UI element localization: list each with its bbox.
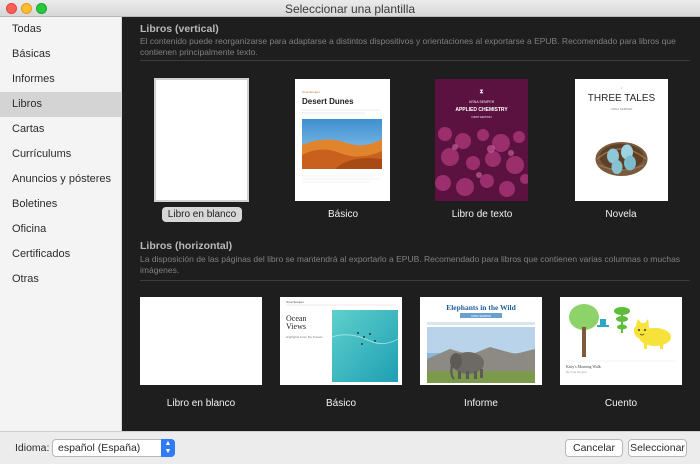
section-divider <box>140 280 690 281</box>
template-label-story-landscape: Cuento <box>604 398 638 409</box>
template-thumb-story-landscape[interactable]: Kitty's Morning Walk By Urna Semper <box>560 297 682 385</box>
template-thumb-textbook-portrait[interactable]: ⧗ URNA SEMPER APPLIED CHEMISTRY FIRST ED… <box>435 79 528 201</box>
cover-title: Desert Dunes <box>302 97 354 106</box>
cover-title: Kitty's Morning Walk <box>566 364 601 369</box>
sidebar-item-anuncios[interactable]: Anuncios y pósteres <box>0 167 121 192</box>
cover-title-line-2: Views <box>286 322 306 331</box>
template-thumb-basic-landscape[interactable]: Urna Semper Ocean Views Highlights From … <box>280 297 402 385</box>
bottom-bar: Idioma: español (España) ▲ ▼ Cancelar Sel… <box>0 431 700 464</box>
cover-edition: FIRST EDITION <box>471 115 491 119</box>
cover-author: By Urna Semper <box>566 370 587 374</box>
cancel-button[interactable]: Cancelar <box>565 439 623 457</box>
template-thumb-basic-portrait[interactable]: Urna Semper Desert Dunes <box>295 79 390 201</box>
language-select[interactable]: español (España) ▲ ▼ <box>52 439 175 457</box>
template-thumb-blank-portrait[interactable] <box>154 78 249 202</box>
sidebar-item-informes[interactable]: Informes <box>0 67 121 92</box>
cover-author: URNA SEMPER <box>611 107 634 111</box>
title-bar: Seleccionar una plantilla <box>0 0 700 17</box>
language-select-value: español (España) <box>58 442 141 454</box>
three-tales-cover: ✦ THREE TALES URNA SEMPER <box>575 79 668 201</box>
sidebar-item-curriculums[interactable]: Currículums <box>0 142 121 167</box>
cover-kicker: Urna Semper <box>302 90 320 94</box>
sidebar-item-certificados[interactable]: Certificados <box>0 242 121 267</box>
template-gallery: Libros (vertical) El contenido puede reo… <box>122 17 700 431</box>
section-desc-landscape: La disposición de las páginas del libro … <box>140 254 681 275</box>
select-stepper-icon: ▲ ▼ <box>161 439 175 457</box>
select-button[interactable]: Seleccionar <box>628 439 687 457</box>
cover-author: URNA SEMPER <box>471 314 491 318</box>
section-divider <box>140 60 690 61</box>
cover-author: URNA SEMPER <box>469 100 495 104</box>
language-label: Idioma: <box>15 442 50 454</box>
template-label-blank-landscape: Libro en blanco <box>166 398 236 409</box>
sidebar-item-cartas[interactable]: Cartas <box>0 117 121 142</box>
desert-dunes-cover: Urna Semper Desert Dunes <box>295 79 390 201</box>
template-thumb-report-landscape[interactable]: Elephants in the Wild URNA SEMPER <box>420 297 542 385</box>
section-title-portrait: Libros (vertical) <box>140 23 219 35</box>
template-label-novel-portrait: Novela <box>605 209 637 220</box>
kitty-story-cover: Kitty's Morning Walk By Urna Semper <box>560 297 682 385</box>
sidebar-item-otras[interactable]: Otras <box>0 267 121 292</box>
sidebar-item-oficina[interactable]: Oficina <box>0 217 121 242</box>
category-sidebar: Todas Básicas Informes Libros Cartas Cur… <box>0 17 122 431</box>
cover-subtitle: Highlights From My Travels <box>286 335 323 339</box>
template-label-report-landscape: Informe <box>464 398 498 409</box>
cover-title: Elephants in the Wild <box>446 303 516 312</box>
template-thumb-novel-portrait[interactable]: ✦ THREE TALES URNA SEMPER <box>575 79 668 201</box>
cover-title: THREE TALES <box>588 93 656 104</box>
ocean-views-cover: Urna Semper Ocean Views Highlights From … <box>280 297 402 385</box>
cover-kicker: Urna Semper <box>286 300 304 304</box>
window-title: Seleccionar una plantilla <box>284 2 416 16</box>
template-thumb-blank-landscape[interactable] <box>140 297 262 385</box>
section-desc-portrait: El contenido puede reorganizarse para ad… <box>140 36 676 57</box>
sidebar-item-basicas[interactable]: Básicas <box>0 42 121 67</box>
template-label-textbook-portrait: Libro de texto <box>451 209 513 220</box>
cover-title: APPLIED CHEMISTRY <box>455 107 508 113</box>
sidebar-item-todas[interactable]: Todas <box>0 17 121 42</box>
elephants-cover: Elephants in the Wild URNA SEMPER <box>420 297 542 385</box>
template-chooser-window: Seleccionar una plantilla Todas Básicas … <box>0 0 700 464</box>
template-label-blank-portrait: Libro en blanco <box>137 207 267 222</box>
template-label-basic-portrait: Básico <box>327 209 358 220</box>
applied-chemistry-cover: ⧗ URNA SEMPER APPLIED CHEMISTRY FIRST ED… <box>435 79 528 201</box>
sidebar-item-libros[interactable]: Libros <box>0 92 121 117</box>
sidebar-item-boletines[interactable]: Boletines <box>0 192 121 217</box>
section-title-landscape: Libros (horizontal) <box>140 240 233 252</box>
template-label-basic-landscape: Básico <box>325 398 356 409</box>
hourglass-icon: ⧗ <box>479 89 483 95</box>
